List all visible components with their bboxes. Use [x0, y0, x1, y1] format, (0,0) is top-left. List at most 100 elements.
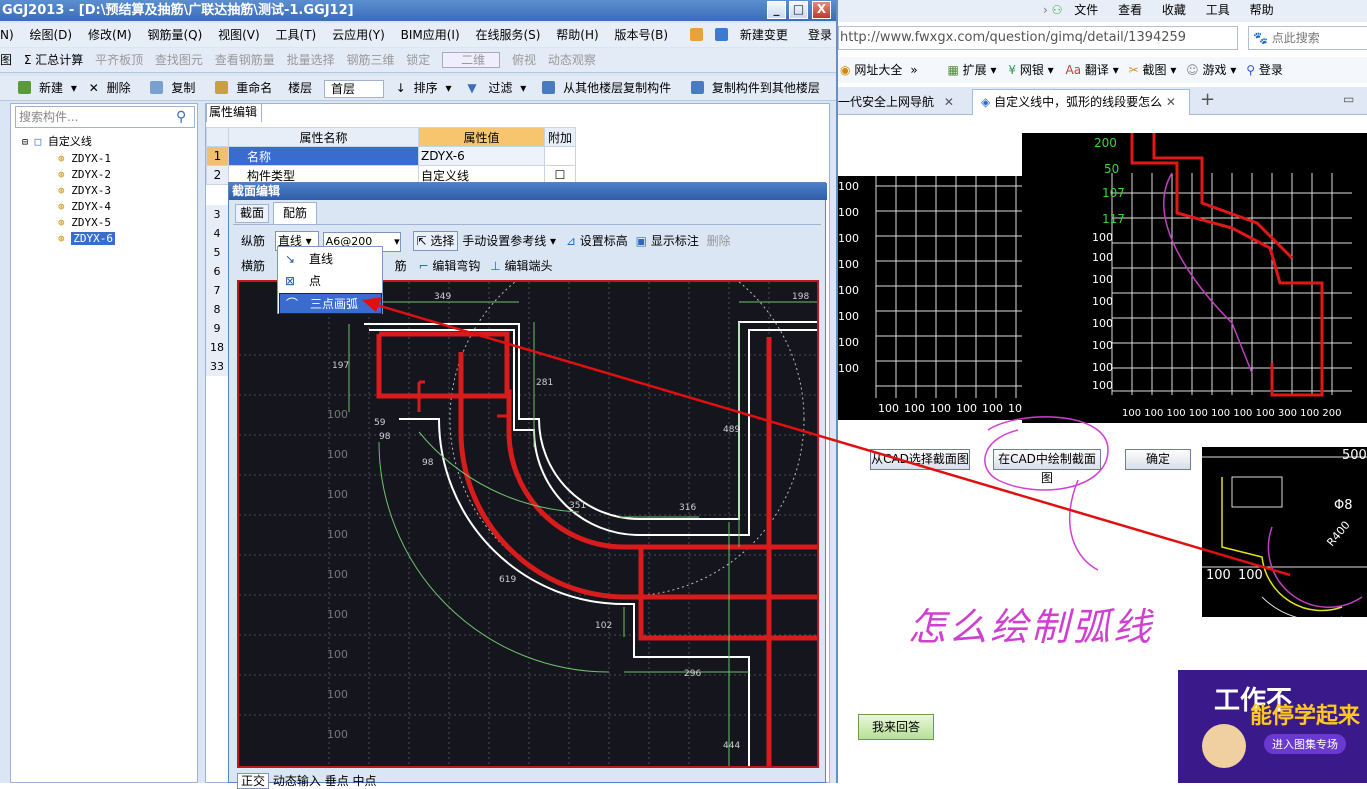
bookmark-item[interactable]: ¥ 网银 ▾	[1008, 63, 1053, 77]
sort-button[interactable]: ↓ 排序 ▾	[396, 81, 452, 95]
menu-item[interactable]: N)	[0, 28, 14, 42]
perpendicular-button[interactable]: 垂点	[325, 774, 349, 788]
midpoint-button[interactable]: 中点	[353, 774, 377, 788]
select-button[interactable]: ⇱ 选择	[412, 231, 459, 251]
login-link[interactable]: 登录	[808, 23, 832, 47]
browser-tab[interactable]: 一代安全上网导航 ✕	[838, 89, 968, 115]
menu-modify[interactable]: 修改(M)	[88, 28, 132, 42]
view-rebar-button[interactable]: 查看钢筋量	[215, 53, 275, 67]
new-tab-button[interactable]: +	[1200, 89, 1215, 110]
svg-text:98: 98	[379, 432, 391, 442]
browser-tab-active[interactable]: ◈ 自定义线中，弧形的线段要怎么 ✕	[972, 89, 1190, 115]
rebar-3d-button[interactable]: 钢筋三维	[346, 53, 394, 67]
user-icon[interactable]: ⚇	[1052, 3, 1063, 17]
confirm-button[interactable]: 确定	[1125, 449, 1191, 470]
tab-property-edit[interactable]: 属性编辑	[206, 103, 262, 122]
answer-button[interactable]: 我来回答	[858, 714, 934, 740]
edit-hook-button[interactable]: ⌐ 编辑弯钩	[419, 259, 481, 273]
section-canvas[interactable]: 100 100 100 100 100 100 100 100 100 349	[237, 280, 819, 768]
copy-button[interactable]: 复制	[146, 81, 199, 95]
show-labels-button[interactable]: ▣ 显示标注	[636, 234, 699, 248]
view-mode-select[interactable]: 二维	[442, 52, 501, 68]
address-bar[interactable]: http://www.fwxgx.com/question/gimq/detai…	[838, 26, 1238, 50]
bookmark-item[interactable]: ⚲ 登录	[1246, 63, 1283, 77]
ad-banner[interactable]: 工作不 能停学起来 进入图集专场	[1178, 670, 1367, 783]
lock-button[interactable]: 锁定	[406, 53, 430, 67]
tree-item[interactable]: ⊛ ZDYX-3	[22, 183, 115, 199]
table-row[interactable]: 1 名称 ZDYX-6	[206, 146, 576, 166]
change-icon	[714, 28, 728, 41]
edit-end-button[interactable]: ⊥ 编辑端头	[490, 259, 552, 273]
batch-select-button[interactable]: 批量选择	[287, 53, 335, 67]
svg-text:100: 100	[327, 728, 348, 741]
tree-item[interactable]: ⊛ ZDYX-1	[22, 151, 115, 167]
align-top-button[interactable]: 平齐板顶	[95, 53, 143, 67]
bookmark-item[interactable]: ▦ 扩展 ▾	[948, 63, 997, 77]
dynamic-view-button[interactable]: 动态观察	[548, 53, 596, 67]
rename-button[interactable]: 重命名	[211, 81, 276, 95]
browser-menu-help[interactable]: 帮助	[1250, 3, 1274, 17]
summary-calc-button[interactable]: Σ 汇总计算	[24, 53, 83, 67]
bookmark-item[interactable]: ☺ 游戏 ▾	[1186, 63, 1236, 77]
menu-item-point[interactable]: ⊠ 点	[279, 271, 382, 292]
tree-item[interactable]: ⊛ ZDYX-2	[22, 167, 115, 183]
search-input[interactable]: 搜索构件...	[15, 106, 195, 128]
floor-select[interactable]: 首层	[323, 79, 384, 98]
delete-button[interactable]: ✕ 删除	[89, 81, 135, 95]
browser-menu-tools[interactable]: 工具	[1206, 3, 1230, 17]
minimize-button[interactable]: _	[767, 1, 786, 19]
menu-item-three-point-arc[interactable]: ⌒ 三点画弧	[279, 293, 382, 314]
menu-online[interactable]: 在线服务(S)	[475, 28, 540, 42]
copy-to-floor-button[interactable]: 复制构件到其他楼层	[687, 81, 824, 95]
new-button[interactable]: 新建 ▾	[14, 81, 77, 95]
browser-menu-favorites[interactable]: 收藏	[1162, 3, 1186, 17]
bookmark-item[interactable]: Aa 翻译 ▾	[1066, 63, 1119, 77]
menu-bim[interactable]: BIM应用(I)	[401, 28, 460, 42]
ortho-button[interactable]: 正交	[237, 773, 270, 789]
browser-menu-file[interactable]: 文件	[1074, 3, 1098, 17]
toolbar-item[interactable]: 图	[0, 53, 12, 67]
svg-text:100: 100	[327, 688, 348, 701]
manual-ref-button[interactable]: 手动设置参考线	[462, 234, 546, 248]
browser-search-input[interactable]: 🐾 点此搜索	[1248, 26, 1367, 50]
toolbar-fragment: 筋	[394, 259, 407, 273]
menu-tools[interactable]: 工具(T)	[276, 28, 317, 42]
svg-text:100: 100	[327, 608, 348, 621]
menu-help[interactable]: 帮助(H)	[556, 28, 598, 42]
tree-root[interactable]: ⊟ □ 自定义线	[22, 134, 115, 151]
maximize-button[interactable]: □	[789, 1, 808, 19]
menu-cloud[interactable]: 云应用(Y)	[332, 28, 385, 42]
menu-rebar[interactable]: 钢筋量(Q)	[147, 28, 202, 42]
menu-draw[interactable]: 绘图(D)	[30, 28, 73, 42]
close-button[interactable]: X	[812, 1, 831, 19]
dynamic-input-button[interactable]: 动态输入	[273, 774, 321, 788]
tree-item[interactable]: ⊛ ZDYX-5	[22, 215, 115, 231]
find-element-button[interactable]: 查找图元	[155, 53, 203, 67]
tab-section[interactable]: 截面	[235, 204, 269, 223]
set-elevation-button[interactable]: ⊿ 设置标高	[566, 234, 628, 248]
delete-rebar-button[interactable]: 删除	[707, 234, 731, 248]
ad-link[interactable]: 进入图集专场	[1264, 734, 1346, 754]
tree-item-selected[interactable]: ⊛ ZDYX-6	[22, 231, 115, 247]
tab-rebar[interactable]: 配筋	[273, 202, 317, 224]
tree-item[interactable]: ⊛ ZDYX-4	[22, 199, 115, 215]
menu-version[interactable]: 版本号(B)	[614, 28, 668, 42]
tab-list-icon[interactable]: ▭	[1343, 92, 1354, 106]
menu-view[interactable]: 视图(V)	[218, 28, 260, 42]
svg-text:102: 102	[595, 621, 612, 631]
top-view-button[interactable]: 俯视	[512, 53, 536, 67]
divider	[233, 224, 821, 225]
helmet-icon	[689, 28, 703, 41]
filter-button[interactable]: ▼ 过滤 ▾	[463, 81, 526, 95]
search-icon[interactable]: ⚲	[176, 109, 186, 125]
menu-item-line[interactable]: ↘ 直线	[279, 249, 382, 270]
cad-image-3: 500 Φ8 100 100 R400	[1202, 447, 1367, 617]
select-from-cad-button[interactable]: 从CAD选择截面图	[870, 449, 970, 470]
browser-menu-view[interactable]: 查看	[1118, 3, 1142, 17]
copy-from-floor-button[interactable]: 从其他楼层复制构件	[538, 81, 675, 95]
copy-from-icon	[542, 81, 556, 94]
svg-text:100: 100	[838, 362, 859, 375]
new-change-button[interactable]: 新建变更	[684, 28, 794, 42]
bookmark-item[interactable]: ✂ 截图 ▾	[1129, 63, 1177, 77]
bookmark-item[interactable]: ◉ 网址大全	[840, 63, 902, 77]
